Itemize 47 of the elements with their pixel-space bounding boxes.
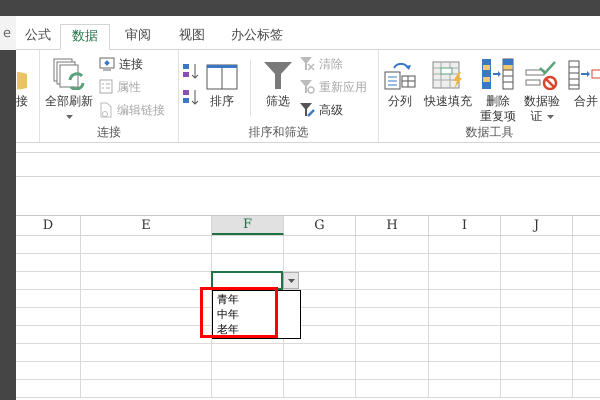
sort-descending-icon[interactable]	[182, 88, 200, 106]
dropdown-button[interactable]	[283, 272, 299, 289]
funnel-clear-icon	[299, 56, 315, 71]
sort-ascending-icon[interactable]	[182, 62, 200, 80]
ribbon-button[interactable]: 快速填充	[422, 54, 474, 109]
ribbon-button[interactable]: 筛选	[261, 54, 295, 109]
column-header[interactable]: H	[356, 216, 429, 235]
ribbon-button[interactable]: 全部刷新	[43, 54, 95, 119]
funnel-icon	[263, 60, 293, 90]
ribbon-tab[interactable]: 办公标签	[218, 23, 296, 49]
ribbon-button[interactable]: 排序	[204, 54, 240, 109]
funnel-refresh-icon	[299, 79, 315, 94]
column-header[interactable]: F	[212, 216, 284, 235]
group-label: 连接	[97, 125, 121, 139]
group-label: 数据工具	[466, 125, 514, 139]
sort-grid-icon	[206, 64, 238, 90]
text-columns-icon	[384, 60, 416, 90]
pages-refresh-icon	[52, 58, 86, 90]
table-lightning-icon	[432, 60, 464, 90]
dropdown-option[interactable]: 青年	[213, 292, 300, 307]
column-header[interactable]: G	[284, 216, 356, 235]
ribbon-button[interactable]: 删除 重复项	[478, 54, 518, 124]
check-prohibit-icon	[525, 60, 559, 90]
cylinder-icon	[17, 70, 27, 90]
caret-icon	[288, 278, 294, 282]
column-header[interactable]: I	[429, 216, 501, 235]
dropdown-option[interactable]: 老年	[213, 322, 300, 337]
ribbon-button[interactable]: 高级	[299, 101, 367, 118]
list-icon	[99, 79, 113, 94]
ribbon-tab[interactable]: 审阅	[110, 23, 166, 49]
ribbon-button[interactable]: 连接	[99, 55, 165, 72]
columns-arrow-icon	[481, 58, 515, 90]
ribbon-button[interactable]: 合并	[566, 54, 600, 109]
monitor-icon	[99, 56, 115, 70]
ribbon-tab[interactable]: 数据	[60, 24, 110, 50]
document-link-icon	[99, 102, 113, 118]
column-header[interactable]: J	[501, 216, 573, 235]
dropdown-option[interactable]: 中年	[213, 307, 300, 322]
funnel-pencil-icon	[299, 102, 315, 117]
group-label: 排序和筛选	[248, 125, 308, 139]
column-header[interactable]: D	[16, 216, 81, 235]
ribbon-button[interactable]: 分列	[382, 54, 418, 109]
ribbon-tab[interactable]: 视图	[166, 23, 218, 49]
ribbon-button[interactable]: 数据验 证	[522, 54, 562, 124]
ribbon-button[interactable]: 接	[16, 54, 28, 109]
tab-label: e	[3, 26, 11, 40]
ribbon-tab[interactable]: 公式	[16, 23, 60, 49]
